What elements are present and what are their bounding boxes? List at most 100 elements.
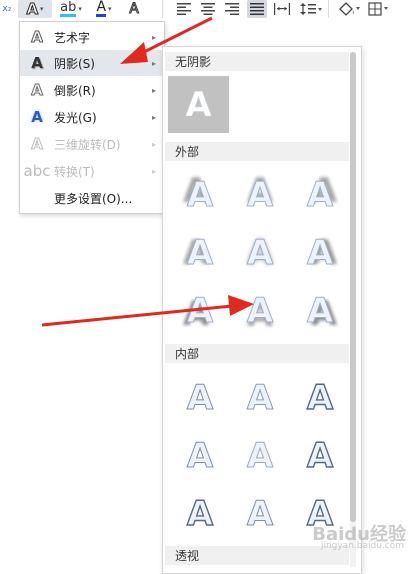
shadow-sample-glyph: A	[246, 436, 274, 477]
toolbar-divider	[328, 0, 329, 18]
transform-icon: abc	[23, 162, 51, 180]
shadow-option-outer-1[interactable]: A	[175, 170, 225, 220]
shadow-sample-glyph: A	[306, 435, 334, 476]
menu-item-glow[interactable]: A 发光(G) ▸	[20, 104, 164, 130]
section-header-label: 外部	[175, 145, 200, 159]
3d-rotation-icon: A	[31, 135, 44, 154]
shadow-option-inner-3[interactable]: A	[295, 373, 345, 423]
shadow-option-inner-7[interactable]: A	[175, 489, 225, 539]
submenu-arrow-icon: ▸	[151, 58, 156, 68]
shadow-option-outer-4[interactable]: A	[175, 228, 225, 278]
formatting-toolbar: x₂ A ▾ ab ▾ A ▾ A	[0, 0, 414, 20]
menu-item-wordart[interactable]: A 艺术字 ▸	[20, 24, 164, 50]
menu-item-label: 更多设置(O)...	[54, 191, 133, 206]
shadow-option-inner-6[interactable]: A	[295, 431, 345, 481]
shadow-option-inner-8[interactable]: A	[235, 489, 285, 539]
align-center-icon	[201, 3, 215, 15]
borders-button[interactable]	[366, 0, 392, 18]
submenu-arrow-icon: ▸	[151, 166, 156, 176]
paint-bucket-icon	[339, 2, 360, 16]
align-right-icon	[225, 3, 239, 15]
distributed-align-button[interactable]	[272, 0, 292, 18]
shadow-sample-glyph: A	[306, 233, 334, 274]
wordart-icon: A	[31, 28, 44, 47]
section-header-outer: 外部	[165, 142, 349, 161]
menu-item-reflection[interactable]: A 倒影(R) ▸	[20, 77, 164, 103]
wordart-icon: A	[26, 0, 39, 19]
menu-item-label: 转换(T)	[54, 164, 95, 179]
shading-button[interactable]	[336, 0, 362, 18]
shadow-option-outer-5[interactable]: A	[235, 228, 285, 278]
shadow-option-none[interactable]: A	[168, 76, 229, 133]
reflection-icon: A	[31, 81, 44, 100]
justify-button[interactable]	[247, 0, 267, 18]
character-shading-button[interactable]: A	[124, 0, 144, 18]
shadow-sample-glyph: A	[186, 378, 214, 419]
shadow-option-outer-2[interactable]: A	[235, 170, 285, 220]
shadow-sample-glyph: A	[186, 175, 214, 216]
align-right-button[interactable]	[222, 0, 242, 18]
shadow-icon: A	[31, 54, 43, 72]
distributed-align-icon	[274, 3, 290, 15]
menu-item-label: 三维旋转(D)	[54, 137, 121, 152]
text-highlight-button[interactable]: ab ▾	[54, 0, 88, 18]
chevron-down-icon: ▾	[78, 5, 82, 13]
shadow-option-outer-3[interactable]: A	[295, 170, 345, 220]
chevron-down-icon: ▾	[108, 5, 112, 13]
shadow-option-inner-1[interactable]: A	[175, 373, 225, 423]
menu-item-shadow[interactable]: A 阴影(S) ▸	[20, 50, 164, 76]
character-shading-icon: A	[129, 1, 140, 18]
scrollbar-thumb[interactable]	[350, 52, 356, 522]
font-color-icon: A	[96, 0, 107, 17]
shadow-option-outer-9[interactable]: A	[295, 286, 345, 336]
glow-icon: A	[31, 108, 43, 126]
shadow-sample-glyph: A	[246, 378, 274, 419]
shadow-option-inner-5[interactable]: A	[235, 431, 285, 481]
shadow-sample-glyph: A	[246, 233, 274, 274]
shadow-sample-glyph: A	[306, 377, 334, 418]
align-left-button[interactable]	[174, 0, 194, 18]
chevron-down-icon: ▾	[40, 5, 44, 13]
menu-item-more-settings[interactable]: 更多设置(O)...	[20, 185, 164, 211]
shadow-option-inner-2[interactable]: A	[235, 373, 285, 423]
menu-item-transform: abc 转换(T) ▸	[20, 158, 164, 184]
section-header-label: 透视	[175, 549, 200, 563]
shadow-sample-glyph: A	[306, 291, 334, 332]
menu-item-label: 倒影(R)	[54, 83, 96, 98]
shadow-option-outer-8[interactable]: A	[235, 286, 285, 336]
line-spacing-button[interactable]	[298, 0, 324, 18]
section-header-label: 内部	[175, 347, 200, 361]
text-highlight-icon: ab	[60, 0, 77, 17]
submenu-arrow-icon: ▸	[151, 139, 156, 149]
wordart-button[interactable]: A ▾	[18, 0, 52, 19]
line-spacing-icon	[300, 3, 322, 15]
font-color-button[interactable]: A ▾	[90, 0, 118, 18]
shadow-option-outer-7[interactable]: A	[175, 286, 225, 336]
submenu-arrow-icon: ▸	[151, 85, 156, 95]
align-center-button[interactable]	[198, 0, 218, 18]
wordart-dropdown-menu: A 艺术字 ▸ A 阴影(S) ▸ A 倒影(R) ▸ A 发光(G) ▸ A …	[19, 21, 165, 214]
shadow-option-outer-6[interactable]: A	[295, 228, 345, 278]
subscript-label: x₂	[2, 4, 12, 14]
menu-item-label: 艺术字	[54, 30, 91, 45]
shadow-sample-glyph: A	[186, 493, 214, 534]
shadow-sample-glyph: A	[246, 175, 274, 216]
section-header-no-shadow: 无阴影	[165, 52, 349, 71]
align-left-icon	[177, 3, 191, 15]
panel-scrollbar[interactable]	[350, 52, 356, 567]
shadow-option-inner-4[interactable]: A	[175, 431, 225, 481]
submenu-arrow-icon: ▸	[151, 112, 156, 122]
section-header-inner: 内部	[165, 344, 349, 363]
section-header-label: 无阴影	[175, 55, 212, 69]
shadow-sample-glyph: A	[246, 494, 274, 535]
watermark-subtext: jingyan.baidu.com	[320, 541, 404, 551]
submenu-arrow-icon: ▸	[151, 32, 156, 42]
shadow-sample-glyph: A	[185, 84, 212, 125]
shadow-sample-glyph: A	[246, 291, 274, 332]
shadow-sample-glyph: A	[186, 233, 214, 274]
toolbar-divider	[162, 0, 163, 18]
shadow-sample-glyph: A	[306, 175, 334, 216]
shadow-sample-glyph: A	[186, 436, 214, 477]
borders-icon	[368, 2, 388, 16]
subscript-button[interactable]: x₂	[0, 0, 14, 18]
